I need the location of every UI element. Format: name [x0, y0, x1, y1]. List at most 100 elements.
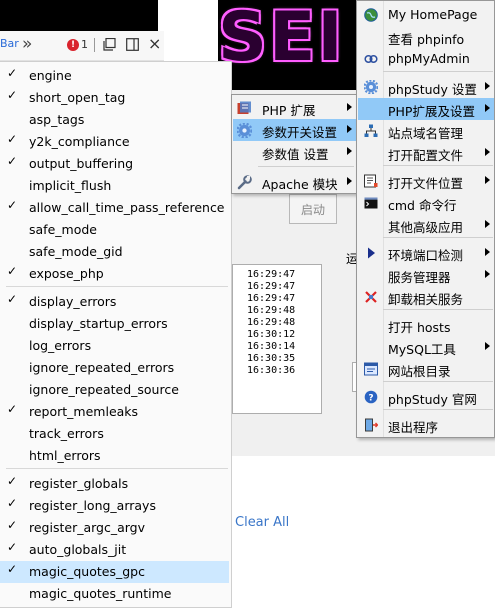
tray-menu-item-9[interactable]: cmd 命令行	[358, 192, 494, 214]
tray-menu-item-15[interactable]: MySQL工具	[358, 336, 494, 358]
tray-menu-item-2[interactable]: 查看 phpinfo	[358, 26, 494, 48]
browser-toolbar: Bar » ! 1 ×	[0, 31, 164, 61]
setting-item-engine[interactable]: ✓ engine	[0, 65, 229, 87]
tray-menu-item-18[interactable]: 退出程序	[358, 414, 494, 436]
close-icon[interactable]: ×	[148, 34, 161, 53]
setting-item-label: auto_globals_jit	[29, 542, 127, 557]
gear-icon	[363, 79, 379, 95]
setting-item-ignore-repeated-errors[interactable]: ignore_repeated_errors	[0, 357, 229, 379]
submenu-arrow-icon	[485, 176, 490, 184]
setting-item-report-memleaks[interactable]: ✓ report_memleaks	[0, 401, 229, 423]
play-icon	[364, 246, 378, 260]
copy-icon[interactable]	[103, 38, 116, 51]
svg-text:?: ?	[368, 394, 373, 404]
sitemap-icon	[364, 124, 378, 138]
setting-item-safe-mode[interactable]: safe_mode	[0, 219, 229, 241]
setting-item-register-long-arrays[interactable]: ✓ register_long_arrays	[0, 495, 229, 517]
setting-item-label: ignore_repeated_source	[29, 382, 179, 397]
log-panel: 16:29:47 16:29:47 16:29:47 16:29:48 16:29:48…	[232, 264, 322, 414]
dock-icon[interactable]	[126, 38, 139, 51]
browser-video-strip	[0, 0, 158, 31]
menu-divider	[6, 286, 228, 287]
tray-menu-item-label: 打开配置文件	[388, 148, 464, 163]
tab-label[interactable]: Bar	[0, 37, 19, 50]
php-settings-menu: ✓ engine ✓ short_open_tag asp_tags ✓ y2k_compl…	[0, 61, 232, 608]
setting-item-label: asp_tags	[29, 112, 85, 127]
overflow-chevrons-icon[interactable]: »	[22, 34, 32, 54]
tray-menu-item-13[interactable]: 卸载相关服务	[358, 286, 494, 308]
setting-item-allow-call-time-pass-reference[interactable]: ✓ allow_call_time_pass_reference	[0, 197, 229, 219]
setting-item-ignore-repeated-source[interactable]: ignore_repeated_source	[0, 379, 229, 401]
link-icon	[364, 52, 378, 66]
log-line: 16:29:47	[247, 269, 296, 280]
setting-item-display-errors[interactable]: ✓ display_errors	[0, 291, 229, 313]
setting-item-output-buffering[interactable]: ✓ output_buffering	[0, 153, 229, 175]
tray-menu-item-label: 打开文件位置	[388, 176, 464, 191]
submenu-arrow-icon	[347, 103, 352, 111]
setting-item-auto-globals-jit[interactable]: ✓ auto_globals_jit	[0, 539, 229, 561]
submenu-item-2[interactable]: 参数开关设置	[233, 119, 356, 141]
submenu-arrow-icon	[485, 342, 490, 350]
setting-item-magic-quotes-gpc[interactable]: ✓ magic_quotes_gpc	[0, 561, 229, 583]
setting-item-register-globals[interactable]: ✓ register_globals	[0, 473, 229, 495]
setting-item-label: html_errors	[29, 448, 101, 463]
start-button[interactable]: 启动	[289, 194, 337, 224]
tray-menu-item-7[interactable]: 打开配置文件	[358, 142, 494, 164]
setting-item-track-errors[interactable]: track_errors	[0, 423, 229, 445]
submenu-arrow-icon	[485, 248, 490, 256]
tray-menu-item-5[interactable]: PHP扩展及设置	[358, 98, 494, 120]
checkmark-icon: ✓	[7, 474, 18, 488]
tray-menu-item-14[interactable]: 打开 hosts	[358, 314, 494, 336]
tray-menu-item-11[interactable]: 环境端口检测	[358, 242, 494, 264]
tray-menu-item-8[interactable]: 打开文件位置	[358, 170, 494, 192]
submenu-item-3[interactable]: 参数值 设置	[233, 141, 356, 163]
alert-count: 1	[81, 38, 88, 51]
exit-icon	[364, 418, 379, 432]
setting-item-html-errors[interactable]: html_errors	[0, 445, 229, 467]
setting-item-display-startup-errors[interactable]: display_startup_errors	[0, 313, 229, 335]
submenu-item-1[interactable]: PHP 扩展	[233, 97, 356, 119]
tray-menu-item-12[interactable]: 服务管理器	[358, 264, 494, 286]
menu-divider	[383, 409, 493, 410]
tray-menu-item-4[interactable]: phpStudy 设置	[358, 76, 494, 98]
clear-all-link[interactable]: Clear All	[235, 515, 289, 530]
submenu-item-label: Apache 模块	[262, 177, 338, 192]
tray-menu-item-3[interactable]: phpMyAdmin	[358, 48, 494, 70]
checkmark-icon: ✓	[7, 562, 18, 576]
menu-divider	[383, 71, 493, 72]
tray-menu-item-label: 卸载相关服务	[388, 292, 464, 307]
setting-item-log-errors[interactable]: log_errors	[0, 335, 229, 357]
setting-item-y2k-compliance[interactable]: ✓ y2k_compliance	[0, 131, 229, 153]
log-line: 16:30:14	[247, 341, 296, 352]
checkmark-icon: ✓	[7, 66, 18, 80]
tray-menu-item-10[interactable]: 其他高级应用	[358, 214, 494, 236]
tray-menu-item-label: 网站根目录	[388, 364, 451, 379]
tray-menu-item-label: 打开 hosts	[388, 320, 451, 335]
setting-item-magic-quotes-runtime[interactable]: magic_quotes_runtime	[0, 583, 229, 605]
submenu-item-4[interactable]: Apache 模块	[233, 171, 356, 193]
tray-menu-item-label: PHP扩展及设置	[388, 104, 475, 119]
setting-item-asp-tags[interactable]: asp_tags	[0, 109, 229, 131]
setting-item-expose-php[interactable]: ✓ expose_php	[0, 263, 229, 285]
setting-item-label: short_open_tag	[29, 90, 126, 105]
setting-item-short-open-tag[interactable]: ✓ short_open_tag	[0, 87, 229, 109]
log-line: 16:29:48	[247, 317, 296, 328]
setting-item-label: track_errors	[29, 426, 104, 441]
setting-item-safe-mode-gid[interactable]: safe_mode_gid	[0, 241, 229, 263]
setting-item-label: y2k_compliance	[29, 134, 130, 149]
tray-menu-item-label: cmd 命令行	[388, 198, 457, 213]
submenu-item-label: 参数值 设置	[262, 147, 329, 162]
checkmark-icon: ✓	[7, 402, 18, 416]
folder-icon	[364, 174, 378, 188]
setting-item-label: display_errors	[29, 294, 117, 309]
checkmark-icon: ✓	[7, 132, 18, 146]
setting-item-register-argc-argv[interactable]: ✓ register_argc_argv	[0, 517, 229, 539]
tray-menu-item-17[interactable]: ? phpStudy 官网	[358, 386, 494, 408]
tray-context-menu: My HomePage 查看 phpinfo phpMyAdmin phpStudy …	[356, 0, 495, 438]
wrench-icon	[237, 175, 252, 190]
tray-menu-item-16[interactable]: 网站根目录	[358, 358, 494, 380]
alert-icon[interactable]: !	[67, 39, 79, 51]
tray-menu-item-1[interactable]: My HomePage	[358, 4, 494, 26]
tray-menu-item-6[interactable]: 站点域名管理	[358, 120, 494, 142]
setting-item-implicit-flush[interactable]: implicit_flush	[0, 175, 229, 197]
